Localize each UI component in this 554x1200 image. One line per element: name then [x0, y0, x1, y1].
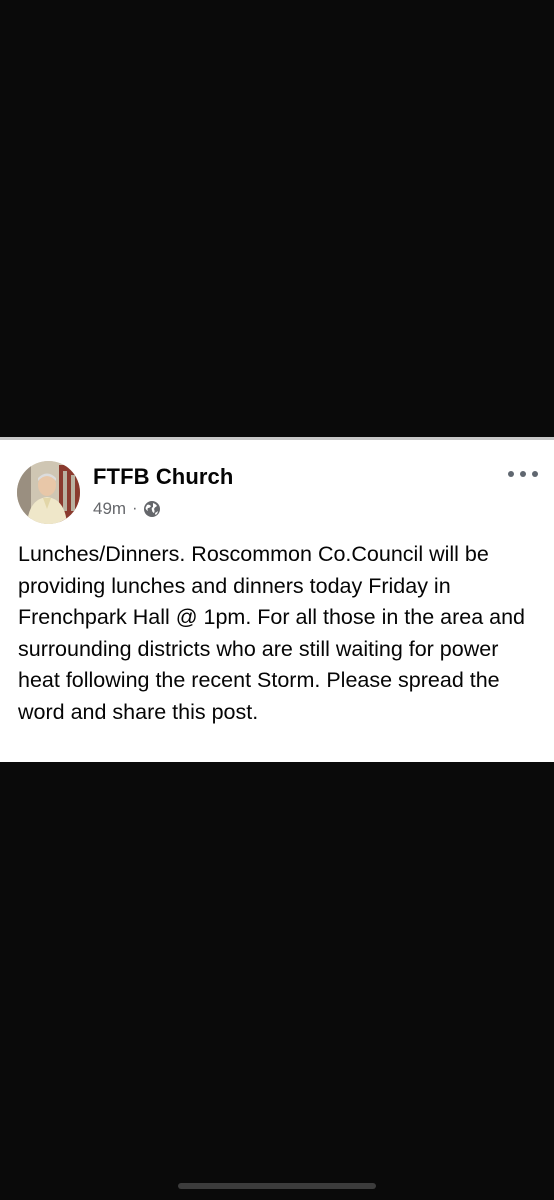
- more-dot: [532, 471, 538, 477]
- avatar-image: [17, 461, 80, 524]
- avatar[interactable]: [17, 461, 80, 524]
- post-time[interactable]: 49m: [93, 499, 126, 519]
- post-card: FTFB Church 49m · Lunches/Dinners. Rosco…: [0, 437, 554, 762]
- page-name[interactable]: FTFB Church: [93, 464, 233, 490]
- screen: FTFB Church 49m · Lunches/Dinners. Rosco…: [0, 0, 554, 1200]
- more-options-icon[interactable]: [508, 467, 538, 481]
- meta-separator: ·: [132, 500, 138, 517]
- more-dot: [508, 471, 514, 477]
- more-dot: [520, 471, 526, 477]
- post-text: Lunches/Dinners. Roscommon Co.Council wi…: [18, 542, 526, 724]
- globe-icon[interactable]: [143, 500, 161, 518]
- post-meta: 49m ·: [93, 499, 161, 519]
- home-indicator[interactable]: [178, 1183, 376, 1189]
